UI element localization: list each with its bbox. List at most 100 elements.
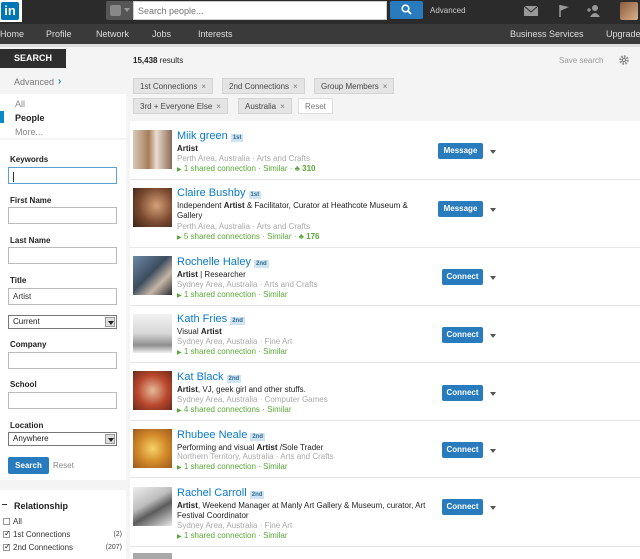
- avatar[interactable]: [620, 2, 638, 20]
- chevron-down-icon[interactable]: [490, 276, 496, 280]
- result-name-text[interactable]: Kat Black: [177, 371, 223, 383]
- gear-icon[interactable]: [618, 54, 630, 66]
- result-name[interactable]: Rachel Carroll 2nd: [177, 487, 265, 499]
- result-name[interactable]: Claire Bushby 1st: [177, 187, 262, 199]
- last-name-input[interactable]: [8, 247, 117, 264]
- similar-link[interactable]: Similar: [263, 164, 287, 173]
- connect-button[interactable]: Connect: [442, 385, 483, 401]
- search-type-dropdown[interactable]: [106, 1, 133, 20]
- filter-more[interactable]: More...: [15, 127, 43, 137]
- linkedin-logo[interactable]: in: [0, 0, 22, 22]
- company-input[interactable]: [8, 352, 117, 369]
- chevron-down-icon[interactable]: [490, 449, 496, 453]
- result-photo[interactable]: [133, 256, 172, 295]
- filter-chip-australia[interactable]: Australia ×: [238, 98, 292, 114]
- relationship-all-checkbox[interactable]: [3, 518, 10, 525]
- location-select[interactable]: Anywhere: [8, 432, 117, 446]
- result-name[interactable]: Kath Fries 2nd: [177, 313, 245, 325]
- search-submit-button[interactable]: Search: [8, 457, 49, 474]
- result-name[interactable]: Miik green 1st: [177, 130, 244, 142]
- result-name-text[interactable]: Rachel Carroll: [177, 487, 247, 499]
- filter-chip-group[interactable]: Group Members ×: [314, 78, 395, 94]
- similar-link[interactable]: Similar: [267, 232, 291, 241]
- chevron-down-icon[interactable]: [490, 208, 496, 212]
- result-name-text[interactable]: Kath Fries: [177, 313, 227, 325]
- filter-chip-1st[interactable]: 1st Connections ×: [133, 78, 214, 94]
- connect-button[interactable]: Connect: [442, 442, 483, 458]
- chevron-down-icon[interactable]: [490, 150, 496, 154]
- result-name-text[interactable]: Claire Bushby: [177, 187, 245, 199]
- connect-button[interactable]: Connect: [442, 327, 483, 343]
- search-tab[interactable]: SEARCH: [0, 49, 66, 68]
- message-button[interactable]: Message: [438, 143, 483, 159]
- connect-button[interactable]: Connect: [442, 499, 483, 515]
- filter-all[interactable]: All: [15, 99, 25, 109]
- keywords-input[interactable]: [8, 167, 117, 184]
- chevron-down-icon[interactable]: [490, 506, 496, 510]
- nav-interests[interactable]: Interests: [198, 29, 233, 39]
- shared-connections-link[interactable]: 1 shared connection: [184, 164, 256, 173]
- result-name-text[interactable]: Rochelle Haley: [177, 256, 251, 268]
- similar-link[interactable]: Similar: [263, 531, 287, 540]
- result-photo[interactable]: [133, 188, 172, 227]
- filter-people[interactable]: People: [15, 113, 45, 123]
- close-icon[interactable]: ×: [293, 82, 298, 91]
- similar-link[interactable]: Similar: [263, 347, 287, 356]
- chevron-down-icon[interactable]: [490, 392, 496, 396]
- search-button[interactable]: [390, 1, 423, 19]
- relationship-2nd-checkbox[interactable]: [3, 542, 11, 551]
- close-icon[interactable]: ×: [201, 82, 206, 91]
- add-connection-icon[interactable]: [586, 4, 602, 18]
- close-icon[interactable]: ×: [216, 102, 221, 111]
- collapse-icon[interactable]: [2, 504, 7, 505]
- filter-reset-button[interactable]: Reset: [298, 98, 333, 114]
- nav-upgrade[interactable]: Upgrade: [606, 29, 640, 39]
- title-input[interactable]: [8, 288, 117, 305]
- shared-connections-link[interactable]: 1 shared connection: [184, 462, 256, 471]
- shared-connections-link[interactable]: 5 shared connections: [184, 232, 260, 241]
- filter-chip-2nd[interactable]: 2nd Connections ×: [222, 78, 305, 94]
- close-icon[interactable]: ×: [383, 82, 388, 91]
- result-name[interactable]: Kat Black 2nd: [177, 371, 242, 383]
- similar-link[interactable]: Similar: [263, 462, 287, 471]
- chevron-down-icon[interactable]: [490, 334, 496, 338]
- nav-network[interactable]: Network: [96, 29, 129, 39]
- save-search-link[interactable]: Save search: [559, 56, 603, 65]
- reset-link[interactable]: Reset: [53, 461, 74, 470]
- first-name-input[interactable]: [8, 207, 117, 224]
- shared-connections-link[interactable]: 1 shared connection: [184, 290, 256, 299]
- headline-bold: Artist: [177, 385, 198, 394]
- result-photo[interactable]: [133, 429, 172, 468]
- title-scope-select[interactable]: Current: [8, 315, 117, 329]
- shared-connections-link[interactable]: 1 shared connection: [184, 531, 256, 540]
- nav-business-services[interactable]: Business Services: [510, 29, 584, 39]
- nav-jobs[interactable]: Jobs: [152, 29, 171, 39]
- result-photo[interactable]: [133, 371, 172, 410]
- advanced-toggle[interactable]: Advanced: [14, 77, 54, 87]
- filter-chip-3rd[interactable]: 3rd + Everyone Else ×: [133, 98, 228, 114]
- result-shared: ▶ 4 shared connections · Similar: [177, 405, 292, 414]
- mail-icon[interactable]: [523, 4, 539, 18]
- message-button[interactable]: Message: [438, 201, 483, 217]
- result-name[interactable]: Rhubee Neale 2nd: [177, 429, 266, 441]
- result-photo[interactable]: [133, 487, 172, 526]
- search-input[interactable]: [133, 1, 387, 20]
- connect-button[interactable]: Connect: [442, 269, 483, 285]
- result-name[interactable]: Rochelle Haley 2nd: [177, 256, 269, 268]
- relationship-1st-checkbox[interactable]: [3, 529, 11, 538]
- result-name-text[interactable]: Miik green: [177, 130, 228, 142]
- result-photo[interactable]: [133, 130, 172, 169]
- similar-link[interactable]: Similar: [263, 290, 287, 299]
- advanced-search-link[interactable]: Advanced: [430, 6, 466, 15]
- flag-icon[interactable]: [556, 4, 572, 18]
- school-input[interactable]: [8, 392, 117, 409]
- result-photo[interactable]: [133, 553, 172, 559]
- shared-connections-link[interactable]: 1 shared connection: [184, 347, 256, 356]
- result-name-text[interactable]: Rhubee Neale: [177, 429, 247, 441]
- close-icon[interactable]: ×: [280, 102, 285, 111]
- nav-home[interactable]: Home: [0, 29, 24, 39]
- nav-profile[interactable]: Profile: [46, 29, 72, 39]
- similar-link[interactable]: Similar: [267, 405, 291, 414]
- shared-connections-link[interactable]: 4 shared connections: [184, 405, 260, 414]
- result-photo[interactable]: [133, 314, 172, 353]
